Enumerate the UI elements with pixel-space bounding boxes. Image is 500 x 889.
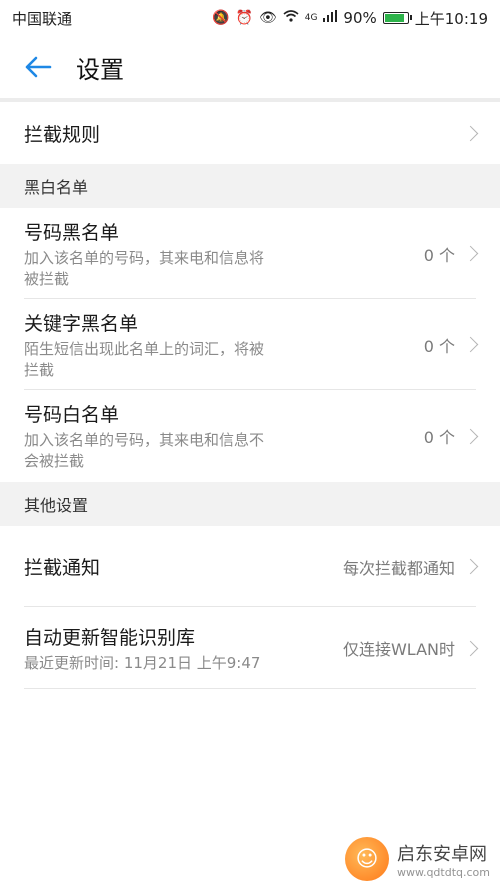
clock: 上午10:19 (414, 9, 488, 28)
row-right: 0 个 (423, 242, 479, 266)
count-label: 0 个 (423, 245, 455, 265)
row-intercept-notification[interactable]: 拦截通知 每次拦截都通知 (0, 526, 500, 607)
row-text: 号码黑名单 加入该名单的号码，其来电和信息将 被拦截 (24, 218, 264, 290)
row-intercept-rules[interactable]: 拦截规则 (0, 102, 500, 164)
alarm-icon: ⏰ (235, 10, 253, 26)
back-button[interactable] (0, 36, 76, 98)
row-divider (24, 688, 476, 689)
battery-percent: 90% (343, 9, 377, 27)
eye-icon: 👁 (258, 10, 277, 26)
row-right: 仅连接WLAN时 (342, 636, 479, 660)
row-title: 号码白名单 (24, 404, 120, 426)
row-text: 号码白名单 加入该名单的号码，其来电和信息不 会被拦截 (24, 400, 264, 472)
row-desc: 加入该名单的号码，其来电和信息不 会被拦截 (24, 431, 265, 470)
row-title: 号码黑名单 (24, 221, 120, 244)
row-keyword-blacklist[interactable]: 关键字黑名单 陌生短信出现此名单上的词汇，将被 拦截 0 个 (0, 299, 500, 390)
signal-type: 4G (304, 13, 318, 23)
chevron-right-icon (462, 558, 479, 575)
watermark-url: www.qdtdtq.com (396, 865, 490, 879)
row-number-whitelist[interactable]: 号码白名单 加入该名单的号码，其来电和信息不 会被拦截 0 个 (0, 390, 500, 482)
count-label: 0 个 (423, 336, 455, 356)
row-desc: 最近更新时间: 11月21日 上午9:47 (24, 653, 261, 672)
row-right: 0 个 (423, 333, 479, 357)
row-right (461, 125, 479, 141)
chevron-right-icon (462, 125, 479, 141)
row-right: 每次拦截都通知 (342, 555, 479, 579)
row-text: 关键字黑名单 陌生短信出现此名单上的词汇，将被 拦截 (24, 309, 264, 381)
watermark-logo-icon: ☺ (344, 837, 389, 881)
row-title: 拦截通知 (24, 557, 101, 579)
carrier-label: 中国联通 (12, 9, 73, 28)
arrow-left-icon (25, 56, 52, 78)
row-title: 拦截规则 (24, 123, 101, 146)
watermark-name: 启东安卓网 (396, 843, 487, 865)
mute-icon: 🔕 (212, 10, 230, 26)
chevron-right-icon (462, 336, 479, 353)
settings-content: 拦截规则 黑白名单 号码黑名单 加入该名单的号码，其来电和信息将 被拦截 0 个… (0, 98, 500, 689)
value-label: 仅连接WLAN时 (342, 640, 455, 659)
battery-icon (382, 12, 412, 24)
row-desc: 陌生短信出现此名单上的词汇，将被 拦截 (24, 339, 265, 379)
section-header-black-white: 黑白名单 (0, 164, 500, 208)
row-text: 自动更新智能识别库 最近更新时间: 11月21日 上午9:47 (24, 623, 260, 674)
battery-level (384, 14, 404, 22)
row-right: 0 个 (423, 424, 479, 448)
chevron-right-icon (462, 428, 479, 444)
signal-bars-icon (323, 10, 338, 26)
page-title: 设置 (76, 55, 124, 84)
chevron-right-icon (462, 245, 479, 262)
row-auto-update-library[interactable]: 自动更新智能识别库 最近更新时间: 11月21日 上午9:47 仅连接WLAN时 (0, 607, 500, 689)
count-label: 0 个 (423, 428, 455, 447)
status-icons: 🔕 ⏰ 👁 4G 90% 上午10:19 (212, 8, 488, 29)
row-title: 自动更新智能识别库 (24, 626, 196, 649)
status-bar: 中国联通 🔕 ⏰ 👁 4G 90% 上午10:19 (0, 0, 500, 36)
value-label: 每次拦截都通知 (342, 558, 455, 578)
watermark-text: 启东安卓网 www.qdtdtq.com (397, 840, 490, 879)
row-desc: 加入该名单的号码，其来电和信息将 被拦截 (24, 248, 265, 288)
wifi-icon (283, 10, 299, 26)
row-number-blacklist[interactable]: 号码黑名单 加入该名单的号码，其来电和信息将 被拦截 0 个 (0, 208, 500, 299)
row-title: 关键字黑名单 (24, 312, 139, 335)
chevron-right-icon (462, 640, 479, 656)
watermark: ☺ 启东安卓网 www.qdtdtq.com (344, 837, 490, 881)
app-bar: 设置 (0, 36, 500, 98)
section-header-other: 其他设置 (0, 482, 500, 526)
